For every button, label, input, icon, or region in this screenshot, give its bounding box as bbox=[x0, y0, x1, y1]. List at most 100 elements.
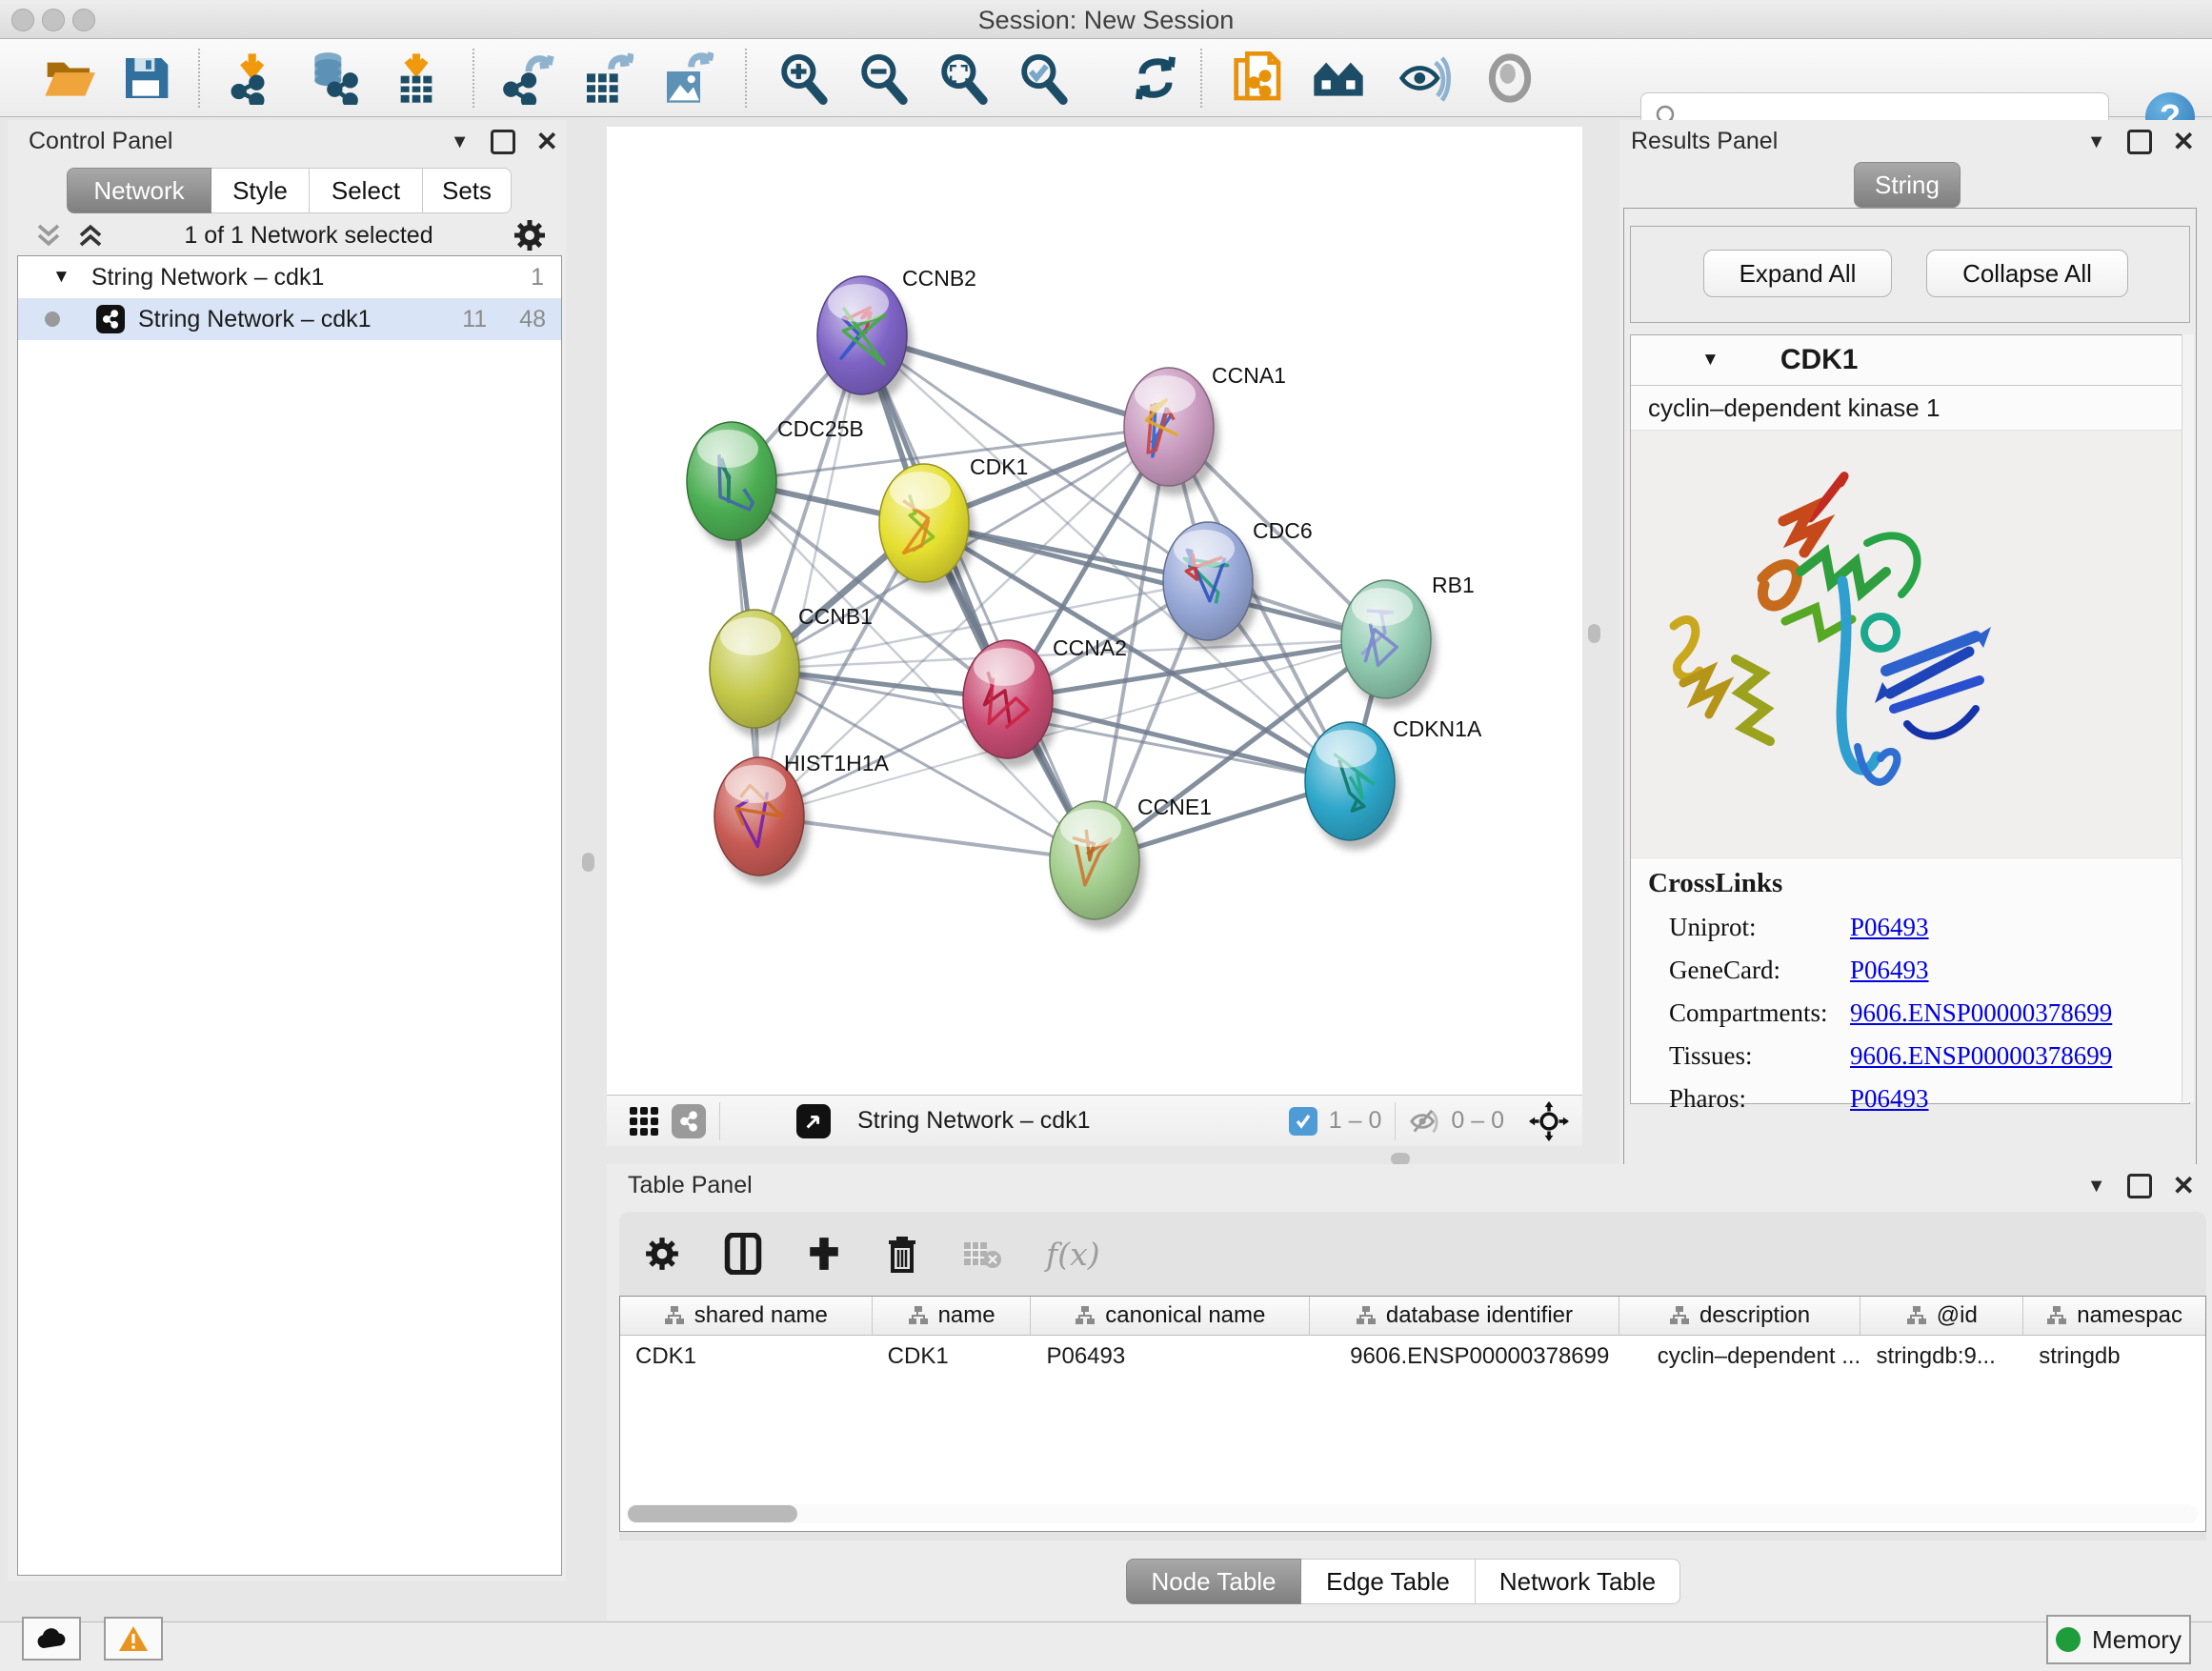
network-collection-row[interactable]: ▼ String Network – cdk1 1 bbox=[18, 256, 561, 298]
open-session-button[interactable] bbox=[42, 50, 97, 106]
zoom-fit-button[interactable] bbox=[935, 50, 991, 106]
column-header[interactable]: description bbox=[1619, 1297, 1861, 1335]
results-scrollbar[interactable] bbox=[2182, 334, 2194, 1102]
cloud-button[interactable] bbox=[22, 1617, 81, 1661]
splitter-handle[interactable] bbox=[582, 853, 594, 872]
network-node-cdc25b[interactable]: CDC25B bbox=[687, 416, 864, 550]
tab-style[interactable]: Style bbox=[211, 168, 310, 213]
tab-node-table[interactable]: Node Table bbox=[1126, 1559, 1301, 1604]
cell-id[interactable]: stringdb:9... bbox=[1860, 1336, 2023, 1378]
add-column-icon[interactable] bbox=[806, 1236, 842, 1272]
collapse-all-button[interactable]: Collapse All bbox=[1926, 250, 2128, 297]
tab-network-table[interactable]: Network Table bbox=[1476, 1559, 1680, 1604]
float-panel-icon[interactable] bbox=[491, 130, 515, 154]
show-columns-icon[interactable] bbox=[724, 1233, 762, 1275]
zoom-selected-button[interactable] bbox=[1016, 50, 1071, 106]
uniprot-link[interactable]: P06493 bbox=[1850, 913, 1929, 942]
protein-name: CDK1 bbox=[1780, 344, 1859, 376]
network-node-hist1h1a[interactable]: HIST1H1A bbox=[714, 751, 890, 885]
string-home-button[interactable] bbox=[1311, 50, 1366, 106]
compartments-link[interactable]: 9606.ENSP00000378699 bbox=[1850, 998, 2112, 1028]
tab-edge-table[interactable]: Edge Table bbox=[1301, 1559, 1476, 1604]
float-panel-icon[interactable] bbox=[2127, 130, 2152, 154]
gear-icon[interactable] bbox=[513, 218, 547, 252]
collapse-section-icon[interactable]: ▼ bbox=[1701, 350, 1719, 371]
highlight-button[interactable] bbox=[1482, 50, 1538, 106]
network-node-cdkn1a[interactable]: CDKN1A bbox=[1305, 716, 1482, 850]
network-node-ccnb1[interactable]: CCNB1 bbox=[710, 604, 873, 737]
node-table: shared name name canonical name database… bbox=[619, 1296, 2206, 1532]
expand-all-button[interactable]: Expand All bbox=[1703, 250, 1892, 297]
tab-string[interactable]: String bbox=[1854, 162, 1961, 208]
network-node-cdc6[interactable]: CDC6 bbox=[1163, 518, 1313, 650]
network-canvas[interactable]: CCNB2CCNA1CDC25BCDK1CDC6RB1CCNB1CCNA2CDK… bbox=[607, 127, 1582, 1095]
network-node-ccnb2[interactable]: CCNB2 bbox=[817, 266, 976, 404]
cell-canonical-name[interactable]: P06493 bbox=[1031, 1336, 1310, 1378]
cell-database-identifier[interactable]: 9606.ENSP00000378699 bbox=[1310, 1336, 1619, 1378]
import-table-button[interactable] bbox=[389, 50, 444, 106]
warning-icon bbox=[118, 1625, 149, 1652]
table-gear-icon[interactable] bbox=[644, 1236, 680, 1272]
string-results-box: Expand All Collapse All ▼ CDK1 cyclin–de… bbox=[1623, 208, 2197, 1202]
collapse-all-icon[interactable] bbox=[34, 221, 63, 250]
network-share-toggle[interactable] bbox=[672, 1104, 706, 1138]
zoom-in-button[interactable] bbox=[775, 50, 831, 106]
pharos-link[interactable]: P06493 bbox=[1850, 1084, 1929, 1114]
warning-button[interactable] bbox=[104, 1617, 163, 1661]
close-panel-icon[interactable]: ✕ bbox=[2173, 132, 2195, 151]
column-header[interactable]: name bbox=[873, 1297, 1032, 1335]
column-header[interactable]: shared name bbox=[620, 1297, 873, 1335]
column-header[interactable]: namespac bbox=[2023, 1297, 2205, 1335]
cell-description[interactable]: cyclin–dependent ... bbox=[1619, 1336, 1861, 1378]
column-header[interactable]: canonical name bbox=[1031, 1297, 1310, 1335]
network-row[interactable]: String Network – cdk1 11 48 bbox=[18, 298, 561, 340]
selected-checkbox[interactable] bbox=[1289, 1107, 1317, 1136]
network-graph[interactable]: CCNB2CCNA1CDC25BCDK1CDC6RB1CCNB1CCNA2CDK… bbox=[607, 127, 1582, 1095]
table-row[interactable]: CDK1 CDK1 P06493 9606.ENSP00000378699 cy… bbox=[620, 1336, 2205, 1378]
cell-name[interactable]: CDK1 bbox=[873, 1336, 1032, 1378]
string-import-button[interactable] bbox=[1231, 50, 1286, 106]
tab-network[interactable]: Network bbox=[67, 168, 211, 213]
panel-menu-icon[interactable]: ▼ bbox=[2087, 1176, 2106, 1198]
table-header-row: shared name name canonical name database… bbox=[620, 1297, 2205, 1336]
memory-button[interactable]: Memory bbox=[2046, 1615, 2191, 1664]
float-panel-icon[interactable] bbox=[2127, 1174, 2152, 1198]
network-edge[interactable] bbox=[759, 335, 862, 816]
birds-eye-view-icon[interactable] bbox=[628, 1105, 660, 1137]
zoom-out-button[interactable] bbox=[855, 50, 911, 106]
column-header[interactable]: @id bbox=[1860, 1297, 2023, 1335]
cell-namespace[interactable]: stringdb bbox=[2023, 1336, 2205, 1378]
apply-layout-button[interactable] bbox=[1128, 50, 1183, 106]
network-node-ccna1[interactable]: CCNA1 bbox=[1124, 363, 1286, 495]
network-edge[interactable] bbox=[862, 335, 1095, 860]
expand-all-icon[interactable] bbox=[76, 221, 105, 250]
network-node-rb1[interactable]: RB1 bbox=[1341, 573, 1475, 708]
hide-unhide-button[interactable] bbox=[1397, 50, 1452, 106]
cell-shared-name[interactable]: CDK1 bbox=[620, 1336, 873, 1378]
save-session-button[interactable] bbox=[118, 50, 173, 106]
tissues-link[interactable]: 9606.ENSP00000378699 bbox=[1850, 1041, 2112, 1071]
import-network-database-button[interactable] bbox=[305, 50, 360, 106]
tab-sets[interactable]: Sets bbox=[423, 168, 512, 213]
protein-card-header[interactable]: ▼ CDK1 bbox=[1631, 335, 2189, 386]
network-node-ccne1[interactable]: CCNE1 bbox=[1050, 795, 1212, 929]
export-image-button[interactable] bbox=[659, 50, 714, 106]
tab-select[interactable]: Select bbox=[310, 168, 423, 213]
export-table-button[interactable] bbox=[579, 50, 634, 106]
pan-crosshair-icon[interactable] bbox=[1529, 1101, 1569, 1141]
splitter-handle[interactable] bbox=[1588, 624, 1600, 643]
column-header[interactable]: database identifier bbox=[1310, 1297, 1619, 1335]
export-network-button[interactable] bbox=[501, 50, 556, 106]
import-network-file-button[interactable] bbox=[227, 50, 282, 106]
close-panel-icon[interactable]: ✕ bbox=[536, 132, 558, 151]
annotation-mode-toggle[interactable] bbox=[796, 1104, 831, 1138]
main-toolbar: ? bbox=[0, 39, 2212, 117]
genecard-link[interactable]: P06493 bbox=[1850, 956, 1929, 985]
panel-menu-icon[interactable]: ▼ bbox=[2087, 131, 2106, 153]
collection-collapse-icon[interactable]: ▼ bbox=[52, 267, 70, 288]
table-horizontal-scrollbar[interactable] bbox=[626, 1504, 2198, 1523]
panel-menu-icon[interactable]: ▼ bbox=[451, 131, 470, 153]
delete-column-icon[interactable] bbox=[886, 1235, 918, 1273]
close-panel-icon[interactable]: ✕ bbox=[2173, 1177, 2195, 1196]
scrollbar-thumb[interactable] bbox=[628, 1505, 797, 1522]
